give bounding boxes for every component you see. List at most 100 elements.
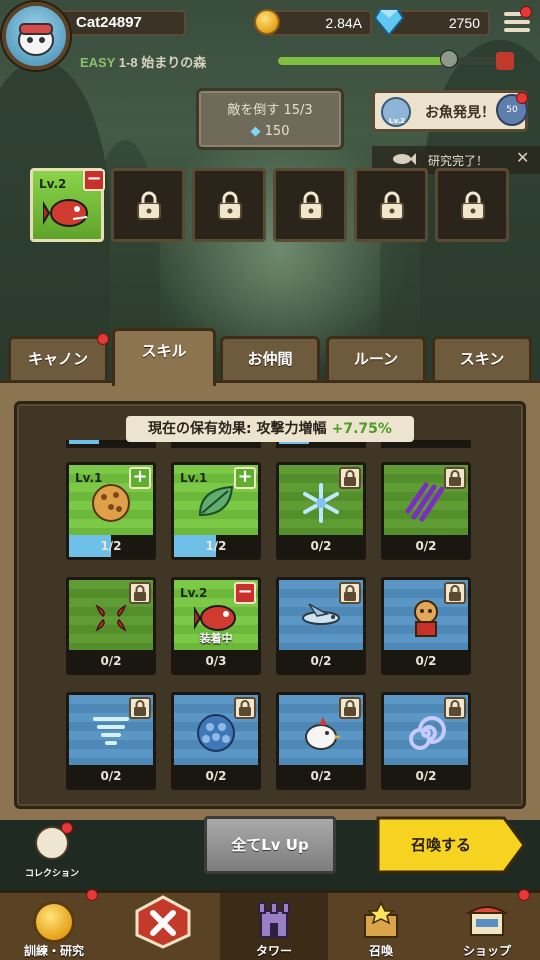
cat-marker-icon: [440, 50, 458, 68]
crossed-swords-icon: [135, 895, 191, 949]
skill-card-tornado[interactable]: 0/2: [66, 692, 156, 790]
tab-companions[interactable]: お仲間: [220, 336, 320, 386]
skill-card-cookie[interactable]: Lv.1 1/2 +: [66, 462, 156, 560]
fish-alert-dot: [516, 92, 528, 104]
bottom-navigation: 訓練・研究 タワー 召喚 ショップ: [0, 889, 540, 960]
current-effect-banner: 現在の保有効果: 攻撃力増幅 +7.75%: [126, 416, 414, 442]
skill-card-snowflake[interactable]: 0/2: [276, 462, 366, 560]
equip-slot-2[interactable]: [111, 168, 185, 242]
paw-icon: [33, 901, 75, 943]
tab-skins[interactable]: スキン: [432, 336, 532, 386]
lock-icon: [460, 191, 486, 225]
effect-value: +7.75%: [331, 421, 392, 437]
snowflake-icon: [303, 483, 339, 523]
tornado-icon: [93, 717, 129, 745]
equip-slot-5[interactable]: [354, 168, 428, 242]
quest-reward-amount: 150: [264, 124, 290, 139]
fish-count-badge[interactable]: 50: [496, 92, 528, 126]
tab-runes[interactable]: ルーン: [326, 336, 426, 386]
skill-count-text: 0/2: [415, 769, 437, 783]
anger-icon: [95, 604, 127, 632]
skill-count: 0/2: [279, 765, 363, 787]
stage-label: EASY 1-8 始まりの森: [80, 52, 206, 71]
unequip-button[interactable]: −: [234, 582, 256, 604]
level-up-all-label: 全てLv Up: [231, 836, 309, 854]
skill-level: Lv.1: [75, 471, 103, 485]
menu-button[interactable]: [504, 6, 532, 36]
level-up-plus-button[interactable]: +: [129, 467, 151, 489]
skill-card-flying-fish[interactable]: 0/2: [276, 577, 366, 675]
lock-icon: [129, 697, 151, 719]
nav-alert-dot: [518, 889, 530, 901]
equip-slot-level: Lv.2: [39, 177, 67, 191]
tab-alert-dot: [97, 333, 109, 345]
nav-alert-dot: [86, 889, 98, 901]
skill-card-anger[interactable]: 0/2: [66, 577, 156, 675]
nav-summon[interactable]: 召喚: [328, 893, 434, 960]
equipped-label: 装着中: [199, 632, 233, 645]
unequip-button[interactable]: −: [83, 169, 105, 191]
stage-progress-fill: [278, 57, 444, 65]
equip-slot-1[interactable]: Lv.2 −: [30, 168, 105, 242]
tab-label: ルーン: [353, 350, 399, 368]
nav-label: 訓練・研究: [23, 944, 84, 958]
chicken-icon: [305, 717, 341, 750]
skill-count-text: 0/2: [310, 654, 332, 668]
collection-label: コレクション: [24, 869, 79, 879]
skill-count-text: 0/2: [310, 769, 332, 783]
equip-slot-6[interactable]: [435, 168, 509, 242]
tab-cannon[interactable]: キャノン: [8, 333, 109, 386]
skill-card-swirl[interactable]: 0/2: [381, 692, 471, 790]
stage-name: 1-8 始まりの森: [118, 55, 207, 70]
skill-card-cat-doll[interactable]: 0/2: [381, 577, 471, 675]
player-name: Cat24897: [76, 14, 142, 31]
skill-count-text: 0/2: [100, 769, 122, 783]
lock-icon: [444, 582, 466, 604]
stage-info: EASY 1-8 始まりの森: [70, 50, 540, 72]
skill-count: 0/2: [174, 765, 258, 787]
equip-slot-3[interactable]: [192, 168, 266, 242]
lock-icon: [444, 467, 466, 489]
skill-count: 0/2: [279, 650, 363, 672]
fish-icon: [393, 153, 416, 165]
lock-icon: [136, 191, 162, 225]
summon-button[interactable]: 召喚する: [376, 816, 526, 874]
shop-stall-icon: [465, 906, 509, 936]
nav-battle[interactable]: [108, 893, 218, 960]
player-avatar[interactable]: [2, 2, 70, 70]
nav-tower[interactable]: タワー: [220, 893, 328, 960]
collection-button[interactable]: コレクション: [20, 822, 84, 879]
tab-skill[interactable]: スキル: [112, 328, 216, 386]
boss-icon: [496, 52, 514, 70]
level-up-all-button[interactable]: 全てLv Up: [204, 816, 336, 874]
quest-reward: ◆ 150: [199, 124, 341, 139]
stage-progress-bar: [278, 57, 508, 65]
tower-icon: [258, 902, 290, 938]
skill-card-claw-slash[interactable]: 0/2: [381, 462, 471, 560]
skill-count: 0/3: [174, 650, 258, 672]
fish-level: Lv.2: [389, 117, 405, 125]
skill-card-chicken[interactable]: 0/2: [276, 692, 366, 790]
skill-card-bubble-shield[interactable]: 0/2: [171, 692, 261, 790]
tab-label: スキン: [459, 350, 505, 368]
research-complete-text: 研究完了！: [428, 154, 489, 168]
menu-alert-dot: [520, 6, 532, 18]
level-up-plus-button[interactable]: +: [234, 467, 256, 489]
close-icon[interactable]: ✕: [516, 148, 529, 167]
skill-count-text: 0/2: [100, 654, 122, 668]
skill-card-red-fish[interactable]: Lv.2 装着中 0/3 −: [171, 577, 261, 675]
skill-card-leaf[interactable]: Lv.1 1/2 +: [171, 462, 261, 560]
bubble-shield-icon: [197, 714, 235, 752]
nav-shop[interactable]: ショップ: [434, 889, 540, 960]
nav-label: ショップ: [462, 944, 511, 958]
fish-count: 50: [506, 105, 518, 115]
equip-slot-4[interactable]: [273, 168, 347, 242]
tab-label: お仲間: [247, 350, 293, 368]
lock-icon: [444, 697, 466, 719]
nav-training[interactable]: 訓練・研究: [0, 889, 108, 960]
lock-icon: [129, 582, 151, 604]
nav-label: タワー: [255, 944, 292, 958]
skill-grid: Lv.1 1/2 + Lv.1 1/2 +0/2 0/2 0/2 Lv.2 装着中 0/3 − 0/2 0…: [66, 440, 478, 792]
lock-icon: [339, 582, 361, 604]
quest-panel[interactable]: 敵を倒す 15/3 ◆ 150: [196, 88, 344, 150]
